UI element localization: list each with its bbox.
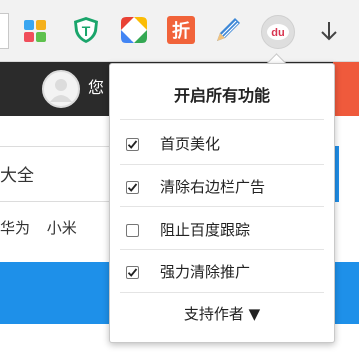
user-silhouette-icon bbox=[50, 79, 72, 102]
zhe-glyph: 折 bbox=[172, 20, 190, 42]
option-label: 清除右边栏广告 bbox=[160, 178, 266, 196]
hot-link-xiaomi[interactable]: 小米 bbox=[47, 219, 77, 237]
option-force-remove-promotions[interactable]: 强力清除推广 bbox=[126, 261, 250, 283]
baidu-du-icon[interactable]: du bbox=[261, 15, 295, 49]
zhe-discount-icon[interactable]: 折 bbox=[167, 16, 195, 44]
shield-t-glyph: T bbox=[82, 23, 91, 39]
divider bbox=[120, 164, 324, 165]
divider bbox=[120, 292, 324, 293]
colorful-grid-icon[interactable] bbox=[24, 20, 46, 42]
extension-popup: 开启所有功能 首页美化 清除右边栏广告 阻止百度跟踪 强力清除推广 支持作者 ▼ bbox=[109, 63, 335, 343]
user-greeting: 您 bbox=[88, 78, 105, 97]
divider bbox=[120, 206, 324, 207]
option-label: 首页美化 bbox=[160, 135, 221, 153]
avatar[interactable] bbox=[42, 70, 80, 108]
pencil-icon[interactable] bbox=[214, 16, 242, 44]
checkmark-icon bbox=[127, 267, 138, 277]
divider bbox=[120, 119, 324, 120]
checkbox-remove-sidebar-ads[interactable] bbox=[126, 180, 139, 194]
download-arrow-icon[interactable] bbox=[316, 18, 342, 44]
search-query-text: 大全 bbox=[0, 166, 34, 186]
hot-links: 华为 小米 bbox=[0, 218, 89, 238]
option-block-baidu-tracking[interactable]: 阻止百度跟踪 bbox=[126, 219, 250, 241]
hot-link-huawei[interactable]: 华为 bbox=[0, 219, 30, 237]
option-homepage-beautify[interactable]: 首页美化 bbox=[126, 133, 220, 155]
checkbox-homepage-beautify[interactable] bbox=[126, 137, 139, 151]
checkmark-icon bbox=[127, 139, 138, 149]
header-accent-block bbox=[333, 62, 359, 116]
support-author-link[interactable]: 支持作者 ▼ bbox=[110, 303, 334, 325]
option-remove-sidebar-ads[interactable]: 清除右边栏广告 bbox=[126, 176, 265, 198]
address-bar[interactable] bbox=[0, 13, 9, 49]
checkbox-block-baidu-tracking[interactable] bbox=[126, 223, 139, 237]
checkmark-icon bbox=[127, 182, 138, 192]
du-glyph: du bbox=[271, 27, 284, 39]
lightning-bolt-icon[interactable] bbox=[120, 16, 148, 44]
option-label: 强力清除推广 bbox=[160, 263, 251, 281]
option-label: 阻止百度跟踪 bbox=[160, 221, 251, 239]
enable-all-features-button[interactable]: 开启所有功能 bbox=[110, 85, 334, 107]
browser-toolbar: T 折 du bbox=[0, 0, 359, 62]
green-shield-t-icon[interactable]: T bbox=[72, 16, 100, 44]
divider bbox=[120, 249, 324, 250]
checkbox-force-remove-promotions[interactable] bbox=[126, 265, 139, 279]
